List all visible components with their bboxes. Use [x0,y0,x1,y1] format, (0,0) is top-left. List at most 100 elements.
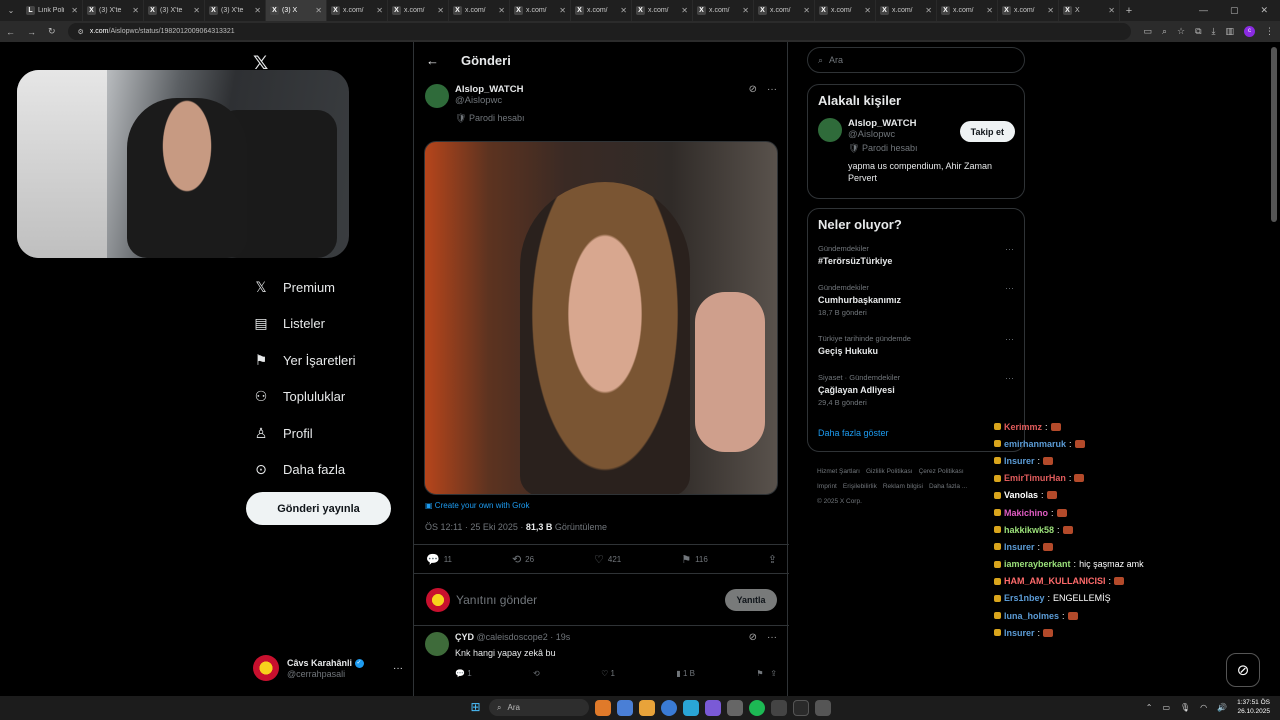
show-more-link[interactable]: Daha fazla göster [808,418,1024,448]
footer-link[interactable]: Daha fazla ... [929,483,967,490]
author-name[interactable]: AIslop_WATCH [455,84,525,95]
tab-search-icon[interactable]: ⌄ [0,6,22,15]
forward-icon[interactable]: → [27,27,36,37]
tab-close-icon[interactable]: ✕ [620,6,627,15]
sidebar-icon[interactable]: ▥ [1225,26,1234,37]
browser-tab[interactable]: X (3) X'te ✕ [205,0,266,21]
chat-username[interactable]: EmirTimurHan [1004,473,1066,483]
zoom-icon[interactable]: ⌕ [1162,26,1167,37]
windows-start-icon[interactable]: ⊞ [468,700,483,715]
tab-close-icon[interactable]: ✕ [559,6,566,15]
reply-input[interactable]: Yanıtını gönder [456,593,719,607]
bookmark-star-icon[interactable]: ☆ [1177,26,1185,37]
wifi-icon[interactable]: ◠ [1200,703,1207,712]
related-person[interactable]: AIslop_WATCH @Aislopwc 🛡 Parodi hesabı y… [808,108,1024,184]
browser-tab[interactable]: Xx.com/ ✕ [998,0,1059,21]
tab-close-icon[interactable]: ✕ [864,6,871,15]
tab-close-icon[interactable]: ✕ [742,6,749,15]
nav-item-2[interactable]: ⚑ Yer İşaretleri [253,342,356,379]
discord-icon[interactable] [705,699,721,716]
reload-icon[interactable]: ↻ [48,26,56,37]
grok-icon[interactable]: ⊘ [749,632,757,658]
chat-username[interactable]: Insurer [1004,456,1035,466]
avatar[interactable] [425,632,449,656]
site-info-icon[interactable]: ⚙ [78,28,84,36]
profile-avatar[interactable]: c [1244,26,1255,37]
browser-tab[interactable]: X (3) X'te ✕ [83,0,144,21]
nav-item-1[interactable]: ▤ Listeler [253,306,356,343]
clock[interactable]: 1:37:51 ÖS 26.10.2025 [1237,698,1270,716]
more-dots-icon[interactable]: ··· [1005,244,1014,254]
nav-item-5[interactable]: ⊙ Daha fazla [253,452,356,489]
more-dots-icon[interactable]: ··· [1005,283,1014,293]
app-icon[interactable] [617,699,633,716]
browser-tab[interactable]: Xx.com/ ✕ [571,0,632,21]
chat-username[interactable]: iamerayberkant [1004,559,1071,569]
chat-username[interactable]: hakkikwk58 [1004,525,1054,535]
repost-action[interactable]: ⟲ [533,669,540,678]
taskbar-search[interactable]: ⌕ Ara [489,699,589,716]
close-window-icon[interactable]: ✕ [1260,5,1268,16]
maximize-icon[interactable]: ▢ [1230,5,1239,16]
post-time[interactable]: ÖS 12:11 · 25 Eki 2025 · [425,522,526,532]
like-action[interactable]: ♡ 421 [594,553,621,566]
footer-link[interactable]: Imprint [817,483,837,490]
tab-close-icon[interactable]: ✕ [193,6,200,15]
footer-link[interactable]: Çerez Politikası [919,468,964,475]
post-button[interactable]: Gönderi yayınla [246,492,391,525]
tab-close-icon[interactable]: ✕ [437,6,444,15]
tab-close-icon[interactable]: ✕ [254,6,261,15]
post-video[interactable] [424,141,778,495]
search-input[interactable]: ⌕ Ara [807,47,1025,73]
browser-tab[interactable]: Xx.com/ ✕ [632,0,693,21]
repost-action[interactable]: ⟲ 26 [512,553,534,566]
speaker-icon[interactable]: 🔊 [1217,703,1227,712]
mic-icon[interactable]: 🎙 [1180,703,1190,712]
bookmark-action[interactable]: ⚑ 116 [681,553,708,566]
chat-username[interactable]: Insurer [1004,542,1035,552]
chat-username[interactable]: Ers1nbey [1004,593,1045,603]
tab-close-icon[interactable]: ✕ [498,6,505,15]
chat-username[interactable]: Insurer [1004,628,1035,638]
author-handle[interactable]: @Aislopwc [455,95,525,106]
more-dots-icon[interactable]: ··· [393,663,403,674]
extensions-icon[interactable]: ⧉ [1195,26,1201,37]
new-tab-button[interactable]: + [1120,5,1138,17]
app-icon[interactable] [793,699,809,716]
app-icon[interactable] [595,699,611,716]
reply-author-handle[interactable]: @caleisdoscope2 [477,632,548,642]
cast-icon[interactable]: ▭ [1143,26,1152,37]
scrollbar[interactable] [1271,47,1277,222]
chrome-icon[interactable] [661,699,677,716]
browser-tab[interactable]: Xx.com/ ✕ [815,0,876,21]
tab-close-icon[interactable]: ✕ [71,6,78,15]
account-switcher[interactable]: Câvs Karahânli ✓ @cerrahpasali ··· [253,653,403,683]
nav-item-0[interactable]: 𝕏 Premium [253,269,356,306]
more-dots-icon[interactable]: ··· [767,84,777,124]
tab-close-icon[interactable]: ✕ [681,6,688,15]
app-icon[interactable] [771,699,787,716]
grok-fab-icon[interactable]: ⊘ [1226,653,1260,687]
tab-close-icon[interactable]: ✕ [925,6,932,15]
trend-item[interactable]: Gündemdekiler Cumhurbaşkanımız 18,7 B gönd… [808,277,1024,328]
grok-icon[interactable]: ⊘ [749,84,757,124]
avatar[interactable] [425,84,449,108]
grok-link[interactable]: ▣ Create your own with Grok [425,501,530,510]
back-icon[interactable]: ← [6,27,15,37]
views-action[interactable]: ▮ 1 B [676,669,695,678]
browser-tab[interactable]: Xx.com/ ✕ [693,0,754,21]
tab-close-icon[interactable]: ✕ [1047,6,1054,15]
url-field[interactable]: ⚙ x.com/Aislopwc/status/1982012009064313… [67,23,1132,40]
more-dots-icon[interactable]: ··· [767,632,777,658]
back-arrow-icon[interactable]: ← [426,53,439,68]
chat-username[interactable]: Kerimmz [1004,422,1042,432]
chat-username[interactable]: luna_holmes [1004,611,1059,621]
browser-tab[interactable]: Xx.com/ ✕ [510,0,571,21]
browser-tab[interactable]: X X ✕ [1059,0,1120,21]
browser-tab[interactable]: Xx.com/ ✕ [876,0,937,21]
more-dots-icon[interactable]: ··· [1005,334,1014,344]
nav-item-4[interactable]: ♙ Profil [253,415,356,452]
chevron-up-icon[interactable]: ⌃ [1146,703,1153,712]
network-icon[interactable]: ▭ [1162,703,1170,712]
browser-tab[interactable]: X (3) X ✕ [266,0,327,21]
